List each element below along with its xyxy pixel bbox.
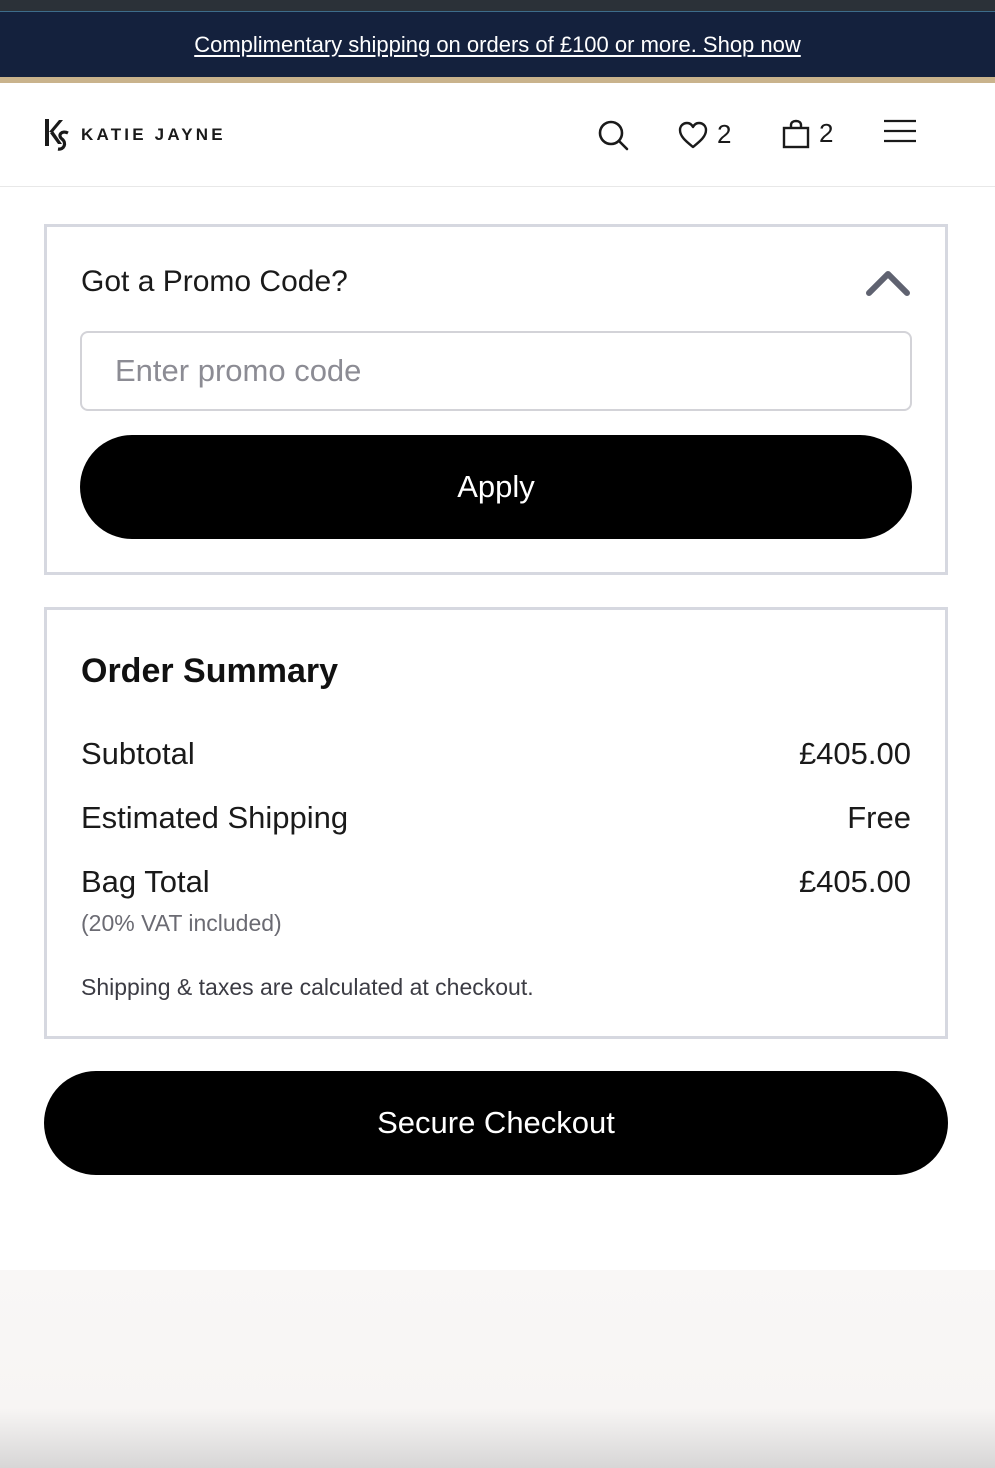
announcement-bar: Complimentary shipping on orders of £100… [0, 12, 995, 77]
vat-note: (20% VAT included) [81, 910, 282, 936]
wishlist-button[interactable]: 2 [677, 119, 731, 150]
promo-code-panel: Got a Promo Code? Apply [44, 224, 948, 575]
secure-checkout-button[interactable]: Secure Checkout [44, 1071, 948, 1175]
subtotal-value: £405.00 [798, 736, 911, 771]
order-summary-panel: Order Summary Subtotal £405.00 Estimated… [44, 607, 948, 1039]
bag-count: 2 [819, 118, 834, 148]
chevron-up-icon [866, 271, 910, 296]
shopping-bag-icon [782, 119, 810, 148]
footer-background [0, 1270, 995, 1468]
shipping-value: Free [847, 800, 911, 835]
promo-title: Got a Promo Code? [81, 265, 348, 298]
free-shipping-link[interactable]: Complimentary shipping on orders of £100… [194, 32, 801, 58]
heart-icon [678, 121, 708, 148]
bag-total-label: Bag Total [81, 864, 210, 899]
promo-code-input[interactable] [80, 331, 912, 411]
logo-wordmark: KATIE JAYNE [81, 125, 226, 144]
taxes-note: Shipping & taxes are calculated at check… [81, 974, 534, 1000]
promo-toggle-button[interactable] [865, 267, 911, 302]
site-header: KATIE JAYNE 2 2 [0, 83, 995, 187]
bag-button[interactable]: 2 [781, 118, 833, 149]
subtotal-label: Subtotal [81, 736, 195, 771]
bag-total-value: £405.00 [798, 864, 911, 899]
order-summary-title: Order Summary [81, 652, 338, 690]
site-logo[interactable]: KATIE JAYNE [44, 117, 226, 153]
search-button[interactable] [597, 119, 629, 151]
search-icon [598, 120, 629, 151]
ks-monogram-icon [45, 119, 69, 151]
hamburger-menu-icon [884, 119, 916, 143]
wishlist-count: 2 [717, 119, 732, 149]
apply-button[interactable]: Apply [80, 435, 912, 539]
shipping-label: Estimated Shipping [81, 800, 349, 835]
menu-button[interactable] [882, 119, 918, 145]
